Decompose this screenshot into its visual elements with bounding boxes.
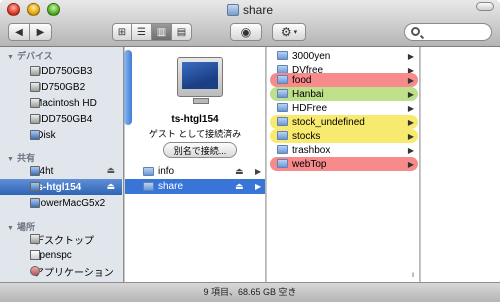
sidebar-item-powermacg5x2[interactable]: PowerMacG5x2 (0, 195, 122, 211)
folder-row[interactable]: HDFree ▶ (270, 101, 418, 115)
folder-row[interactable]: 3000yen ▶ (270, 49, 418, 63)
forward-arrow-icon: ▶ (36, 26, 45, 38)
sidebar-item-openspc[interactable]: openspc (0, 247, 122, 263)
desktop-icon (30, 234, 40, 244)
chevron-right-icon: ▶ (407, 75, 414, 85)
back-button[interactable]: ◀ (8, 23, 30, 41)
folder-icon (277, 103, 288, 112)
sidebar-item-ts-htgl154[interactable]: ts-htgl154 ⏏ (0, 179, 122, 195)
share-row-info[interactable]: info ⏏ ▶ (125, 164, 265, 179)
sidebar-item-hd750gb2[interactable]: HD750GB2 (0, 79, 122, 95)
harddisk-icon (30, 82, 40, 92)
coverflow-view-icon: ▤ (176, 26, 187, 38)
eject-icon[interactable]: ⏏ (106, 165, 115, 176)
sidebar-scrollbar[interactable] (124, 50, 132, 125)
search-icon (411, 27, 420, 36)
chevron-right-icon: ▶ (407, 103, 414, 113)
chevron-right-icon: ▶ (255, 182, 262, 191)
eye-icon: ◉ (240, 25, 252, 39)
quicklook-button[interactable]: ◉ (230, 23, 262, 41)
applications-icon (30, 266, 40, 276)
folder-row[interactable]: food ▶ (270, 73, 418, 87)
gear-icon: ⚙ (280, 25, 292, 39)
empty-column (421, 47, 500, 282)
server-column: ts-htgl154 ゲスト として接続済み 別名で接続... info ⏏ ▶ s… (125, 47, 266, 282)
share-row-share[interactable]: share ⏏ ▶ (125, 179, 265, 194)
home-icon (30, 250, 40, 260)
status-bar: 9 項目、68.65 GB 空き (0, 282, 500, 302)
harddisk-icon (30, 66, 40, 76)
folder-icon (226, 4, 239, 16)
eject-icon[interactable]: ⏏ (235, 166, 244, 177)
network-computer-icon (30, 182, 40, 192)
network-computer-icon (30, 198, 40, 208)
folder-icon (277, 117, 288, 126)
sidebar-item-applications[interactable]: アプリケーション (0, 263, 122, 279)
folder-icon (277, 159, 288, 168)
action-button[interactable]: ⚙ ▾ (272, 23, 306, 41)
shared-folder-icon (143, 167, 154, 176)
folder-row[interactable]: webTop ▶ (270, 157, 418, 171)
chevron-right-icon: ▶ (407, 117, 414, 127)
sidebar-item-desktop[interactable]: デスクトップ (0, 231, 122, 247)
folder-icon (277, 51, 288, 60)
chevron-right-icon: ▶ (255, 167, 262, 176)
list-view-icon: ☰ (137, 26, 146, 38)
search-field[interactable] (404, 23, 492, 41)
chevron-right-icon: ▶ (407, 131, 414, 141)
eject-icon[interactable]: ⏏ (235, 181, 244, 192)
folder-row[interactable]: stock_undefined ▶ (270, 115, 418, 129)
title-bar: share ◀ ▶ ⊞ ☰ ▥ ▤ ◉ ⚙ ▾ (0, 0, 500, 47)
forward-button[interactable]: ▶ (30, 23, 52, 41)
sidebar: デバイス HDD750GB3 HD750GB2 Macintosh HD HDD… (0, 47, 124, 282)
list-view-button[interactable]: ☰ (132, 23, 152, 41)
sidebar-item-idisk[interactable]: iDisk (0, 127, 122, 143)
idisk-icon (30, 130, 40, 140)
chevron-right-icon: ▶ (407, 145, 414, 155)
coverflow-view-button[interactable]: ▤ (172, 23, 192, 41)
folder-icon (277, 75, 288, 84)
sidebar-item-p4ht[interactable]: p4ht ⏏ (0, 163, 122, 179)
harddisk-icon (30, 98, 40, 108)
connection-status: ゲスト として接続済み (148, 129, 242, 139)
window-title: share (0, 3, 500, 17)
search-input[interactable] (423, 25, 487, 39)
chevron-right-icon: ▶ (407, 89, 414, 99)
network-computer-icon (177, 57, 223, 104)
finder-window: share ◀ ▶ ⊞ ☰ ▥ ▤ ◉ ⚙▾ デバイス HDD750GB3 HD… (0, 0, 500, 302)
chevron-right-icon: ▶ (407, 159, 414, 169)
network-computer-icon (30, 166, 40, 176)
chevron-down-icon: ▾ (293, 29, 298, 36)
folder-row[interactable]: stocks ▶ (270, 129, 418, 143)
back-arrow-icon: ◀ (15, 26, 23, 38)
icon-view-icon: ⊞ (117, 26, 127, 38)
connect-as-button[interactable]: 別名で接続... (163, 142, 237, 158)
chevron-right-icon: ▶ (407, 51, 414, 61)
shared-folder-icon (143, 182, 154, 191)
harddisk-icon (30, 114, 40, 124)
sidebar-item-macintosh-hd[interactable]: Macintosh HD (0, 95, 122, 111)
folder-row[interactable]: Hanbai ▶ (270, 87, 418, 101)
folder-icon (277, 131, 288, 140)
column-view-button[interactable]: ▥ (152, 23, 172, 41)
toolbar-toggle-button[interactable] (476, 2, 494, 11)
folder-column: 3000yen ▶ DVfree ▶ food ▶ Hanbai ▶ HDFree ▶ s… (267, 47, 420, 282)
icon-view-button[interactable]: ⊞ (112, 23, 132, 41)
status-text: 9 項目、68.65 GB 空き (203, 287, 297, 297)
column-resize-handle[interactable]: ‖ (412, 273, 418, 279)
column-view-icon: ▥ (156, 26, 167, 38)
folder-icon (277, 89, 288, 98)
sidebar-item-hdd750gb4[interactable]: HDD750GB4 (0, 111, 122, 127)
eject-icon[interactable]: ⏏ (106, 181, 115, 192)
folder-row[interactable]: trashbox ▶ (270, 143, 418, 157)
server-name: ts-htgl154 (171, 114, 219, 125)
folder-icon (277, 145, 288, 154)
sidebar-item-hdd750gb3[interactable]: HDD750GB3 (0, 63, 122, 79)
sidebar-section-devices[interactable]: デバイス (7, 49, 53, 62)
